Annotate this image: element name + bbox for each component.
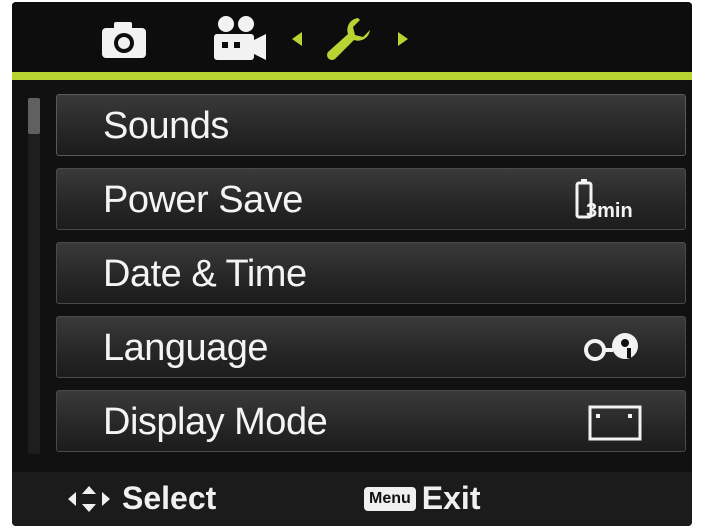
menu-item-label: Power Save (103, 179, 303, 221)
arrow-right-icon (398, 32, 408, 46)
menu-list: Sounds Power Save 3min Date & Time Langu… (56, 94, 686, 464)
four-way-arrows-icon (68, 485, 110, 512)
arrow-left-icon (292, 32, 302, 46)
display-mode-value (587, 399, 643, 445)
battery-icon: 3min (575, 179, 633, 222)
scrollbar[interactable] (28, 98, 40, 454)
wrench-icon (327, 18, 370, 61)
footer-hints: Select Menu Exit (12, 472, 692, 526)
tab-accent-line (12, 72, 692, 80)
camera-menu-screen: Sounds Power Save 3min Date & Time Langu… (12, 2, 692, 526)
language-value (581, 325, 643, 371)
tab-movie[interactable] (208, 14, 270, 62)
settings-menu: Sounds Power Save 3min Date & Time Langu… (12, 80, 692, 472)
tab-setup[interactable] (324, 14, 374, 62)
menu-key-badge: Menu (364, 486, 416, 511)
camera-icon (102, 22, 146, 58)
menu-item-label: Display Mode (103, 401, 328, 443)
exit-label: Exit (421, 480, 481, 516)
menu-item-sounds[interactable]: Sounds (56, 94, 686, 156)
menu-item-display-mode[interactable]: Display Mode (56, 390, 686, 452)
menu-item-power-save[interactable]: Power Save 3min (56, 168, 686, 230)
scrollbar-thumb[interactable] (28, 98, 40, 134)
menu-item-label: Date & Time (103, 253, 307, 295)
select-hint: Select (66, 480, 216, 517)
exit-hint: Menu Exit (364, 480, 480, 517)
menu-item-date-time[interactable]: Date & Time (56, 242, 686, 304)
select-label: Select (122, 480, 217, 516)
mode-tab-bar (12, 2, 692, 80)
menu-item-language[interactable]: Language (56, 316, 686, 378)
tab-left-arrow[interactable] (290, 30, 304, 48)
language-icon (584, 333, 638, 361)
menu-item-label: Sounds (103, 105, 229, 147)
tab-camera[interactable] (100, 20, 148, 60)
menu-item-label: Language (103, 327, 269, 369)
power-save-value: 3min (573, 177, 643, 223)
display-mode-icon (588, 405, 642, 441)
tab-right-arrow[interactable] (396, 30, 410, 48)
movie-camera-icon (214, 16, 266, 60)
power-save-time: 3min (586, 200, 633, 222)
